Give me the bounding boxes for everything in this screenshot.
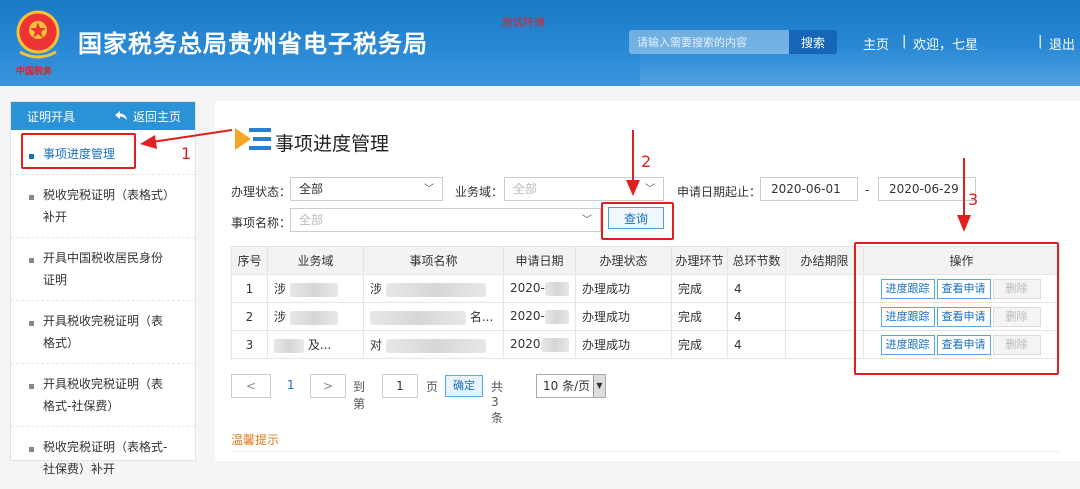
annotation-number: 3 (968, 190, 979, 209)
annotation-arrows (140, 129, 971, 232)
annotation-number: 1 (181, 144, 192, 163)
annotation-number: 2 (641, 152, 652, 171)
